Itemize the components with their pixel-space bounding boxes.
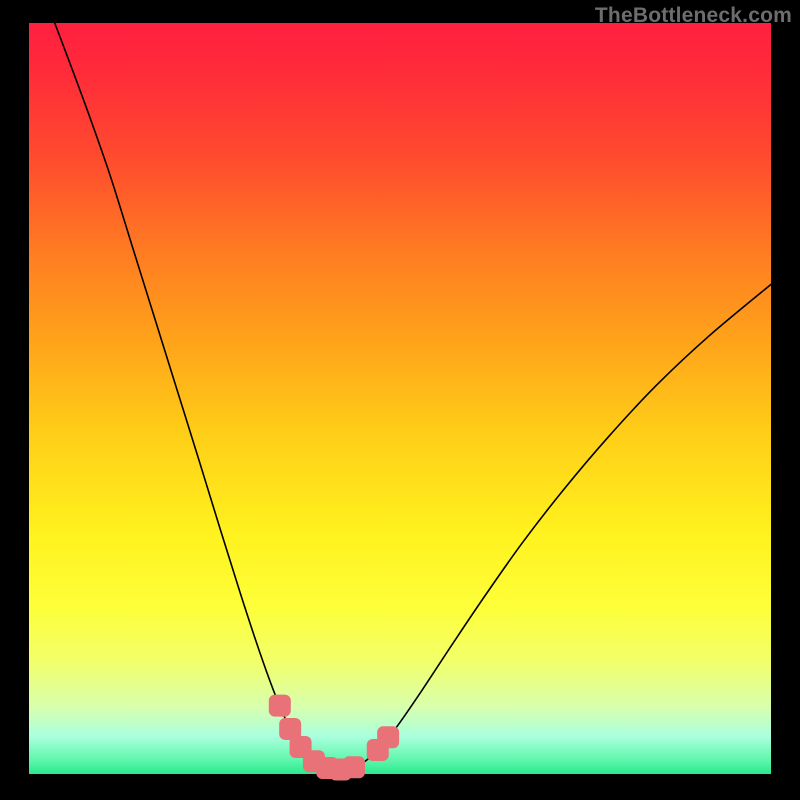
watermark-text: TheBottleneck.com bbox=[595, 4, 792, 28]
chart-canvas: TheBottleneck.com bbox=[0, 0, 800, 800]
plot-gradient-background bbox=[29, 23, 771, 774]
